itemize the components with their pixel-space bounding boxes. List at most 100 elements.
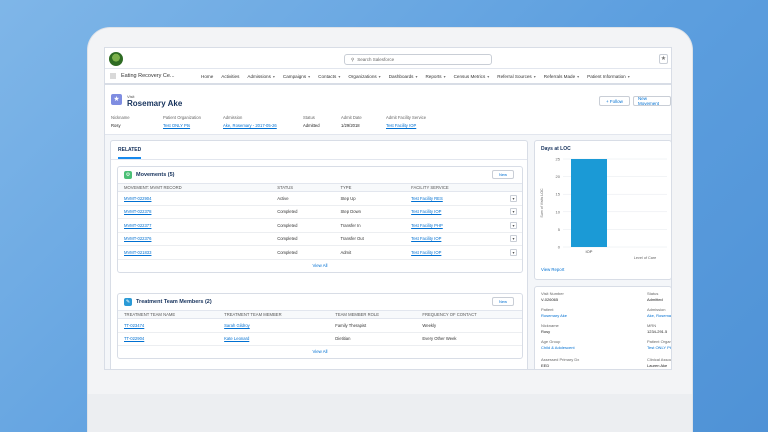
detail-field-label: Status — [647, 291, 659, 296]
record-field: Nickname Rosy — [111, 115, 163, 128]
record-field: Admission Ake, Rosemary - 2017-05-26 — [223, 115, 303, 128]
detail-field-value[interactable]: Rosemary Ake — [541, 313, 641, 318]
table-cell[interactable]: Test Facility IOP — [405, 245, 510, 260]
chevron-down-icon[interactable]: ▾ — [444, 74, 446, 79]
view-report-link[interactable]: View Report — [541, 267, 564, 272]
nav-item-label: Census Metrics — [453, 73, 486, 79]
column-header: TREATMENT TEAM NAME — [118, 310, 219, 319]
table-cell[interactable]: MVMT-021833 — [118, 245, 272, 260]
nav-bar: Eating Recovery Ce... Home Activities Admi… — [105, 69, 671, 85]
column-header: FACILITY SERVICE — [405, 183, 510, 192]
detail-field-label: Nickname — [541, 323, 559, 328]
y-tick-label: 15 — [556, 192, 561, 197]
nav-item-admissions[interactable]: Admissions ▾ — [243, 74, 279, 79]
table-cell: Completed — [271, 205, 335, 219]
table-cell: Family Therapist — [329, 318, 417, 333]
y-tick-label: 10 — [556, 209, 561, 214]
nav-item-patient-information[interactable]: Patient Information ▾ — [583, 74, 634, 79]
row-actions-chevron-icon[interactable]: ▾ — [510, 235, 517, 243]
nav-item-label: Activities — [221, 73, 240, 79]
visit-details-card: Visit Number V-026065 Patient Rosemary Ake N… — [534, 286, 671, 369]
org-logo-icon — [109, 52, 123, 66]
record-field-value[interactable]: Test ONLY Pts — [163, 123, 223, 128]
table-cell: Admit — [334, 245, 406, 260]
table-cell[interactable]: MVMT-022904 — [118, 191, 272, 206]
follow-button[interactable]: + Follow — [599, 96, 630, 106]
detail-field-value[interactable]: Test ONLY Pt — [647, 345, 671, 350]
search-placeholder: Search Salesforce — [357, 57, 395, 62]
nav-item-home[interactable]: Home — [197, 74, 217, 79]
new-movement-related-button[interactable]: New — [492, 170, 514, 179]
chevron-down-icon[interactable]: ▾ — [379, 74, 381, 79]
table-cell[interactable]: Sarah Gildroy — [218, 318, 330, 333]
detail-field: Admission Ake, Rosema — [647, 307, 671, 318]
detail-field: Age Group Child & Adolescent — [541, 339, 641, 350]
nav-item-referrals-made[interactable]: Referrals Made ▾ — [540, 74, 583, 79]
nav-item-census-metrics[interactable]: Census Metrics ▾ — [450, 74, 494, 79]
global-search-input[interactable]: ⚲ Search Salesforce — [344, 54, 492, 65]
table-cell[interactable]: MVMT-022378 — [118, 205, 272, 219]
record-field-label: Status — [303, 115, 315, 120]
table-cell[interactable]: TT-023474 — [118, 318, 219, 333]
chevron-down-icon[interactable]: ▾ — [628, 74, 630, 79]
favorites-star-icon[interactable]: ★ — [659, 54, 668, 64]
detail-field-value[interactable]: Ake, Rosema — [647, 313, 671, 318]
detail-field-label: Assessed Primary Dx — [541, 357, 580, 362]
movements-view-all-link[interactable]: View All — [118, 260, 522, 272]
team-view-all-link[interactable]: View All — [118, 346, 522, 358]
new-movement-button[interactable]: New Movement — [633, 96, 671, 106]
detail-field-label: Visit Number — [541, 291, 564, 296]
chevron-down-icon[interactable]: ▾ — [487, 74, 489, 79]
chevron-down-icon[interactable]: ▾ — [273, 74, 275, 79]
chevron-down-icon[interactable]: ▾ — [308, 74, 310, 79]
app-launcher-icon[interactable] — [110, 73, 116, 79]
table-cell[interactable]: Test Facility RES — [405, 191, 510, 206]
chevron-down-icon[interactable]: ▾ — [534, 74, 536, 79]
table-cell[interactable]: Kate Leonard — [218, 332, 330, 346]
detail-field-value[interactable]: Child & Adolescent — [541, 345, 641, 350]
chevron-down-icon[interactable]: ▾ — [338, 74, 340, 79]
nav-item-activities[interactable]: Activities — [217, 74, 243, 79]
detail-field-value: V-026065 — [541, 297, 559, 302]
detail-field: Nickname Rosy — [541, 323, 641, 334]
nav-item-campaigns[interactable]: Campaigns ▾ — [279, 74, 314, 79]
table-cell[interactable]: MVMT-022377 — [118, 218, 272, 233]
nav-item-contacts[interactable]: Contacts ▾ — [314, 74, 344, 79]
nav-item-dashboards[interactable]: Dashboards ▾ — [385, 74, 422, 79]
record-field-value[interactable]: Test Facility IOP — [386, 123, 456, 128]
detail-field-value: EED — [541, 363, 550, 368]
days-at-loc-chart: 0 5 10 15 20 25 IOP Sum of Visits LOC Level of C… — [540, 157, 667, 260]
table-cell[interactable]: TT-022904 — [118, 332, 219, 346]
tab-divider — [111, 159, 527, 160]
table-cell[interactable]: Test Facility IOP — [405, 232, 510, 246]
y-axis-label: Sum of Visits LOC — [540, 188, 544, 218]
table-cell[interactable]: MVMT-022376 — [118, 232, 272, 246]
row-actions-chevron-icon[interactable]: ▾ — [510, 208, 517, 216]
record-field-value: 1/29/2018 — [341, 123, 360, 128]
detail-field: Clinical Associ Lauren Ake — [647, 357, 671, 368]
team-title[interactable]: Treatment Team Members (2) — [136, 299, 212, 305]
y-tick-label: 25 — [556, 157, 561, 162]
chevron-down-icon[interactable]: ▾ — [577, 74, 579, 79]
table-cell[interactable]: Test Facility IOP — [405, 205, 510, 219]
row-actions-chevron-icon[interactable]: ▾ — [510, 248, 517, 256]
movements-title[interactable]: Movements (5) — [136, 172, 175, 178]
visit-record-icon: ★ — [111, 94, 122, 105]
record-field-label: Patient Organization — [163, 115, 201, 120]
table-row: MVMT-022377 Completed Transfer In Test Faci… — [118, 218, 522, 233]
row-actions-cell: ▾ — [510, 218, 522, 233]
record-field-value[interactable]: Ake, Rosemary - 2017-05-26 — [223, 123, 303, 128]
nav-item-referral-sources[interactable]: Referral Sources ▾ — [493, 74, 539, 79]
row-actions-cell: ▾ — [510, 232, 522, 246]
related-panel: RELATED ⚙ Movements (5) New MOVEMENT: MV… — [110, 140, 528, 369]
row-actions-chevron-icon[interactable]: ▾ — [510, 194, 517, 202]
nav-item-reports[interactable]: Reports ▾ — [421, 74, 449, 79]
laptop-chin — [88, 394, 692, 432]
table-cell[interactable]: Test Facility PHP — [405, 218, 510, 233]
nav-item-organizations[interactable]: Organizations ▾ — [344, 74, 384, 79]
chevron-down-icon[interactable]: ▾ — [415, 74, 417, 79]
tab-related[interactable]: RELATED — [118, 147, 142, 159]
new-team-member-button[interactable]: New — [492, 297, 514, 306]
row-actions-chevron-icon[interactable]: ▾ — [510, 221, 517, 229]
nav-item-label: Home — [201, 73, 214, 79]
